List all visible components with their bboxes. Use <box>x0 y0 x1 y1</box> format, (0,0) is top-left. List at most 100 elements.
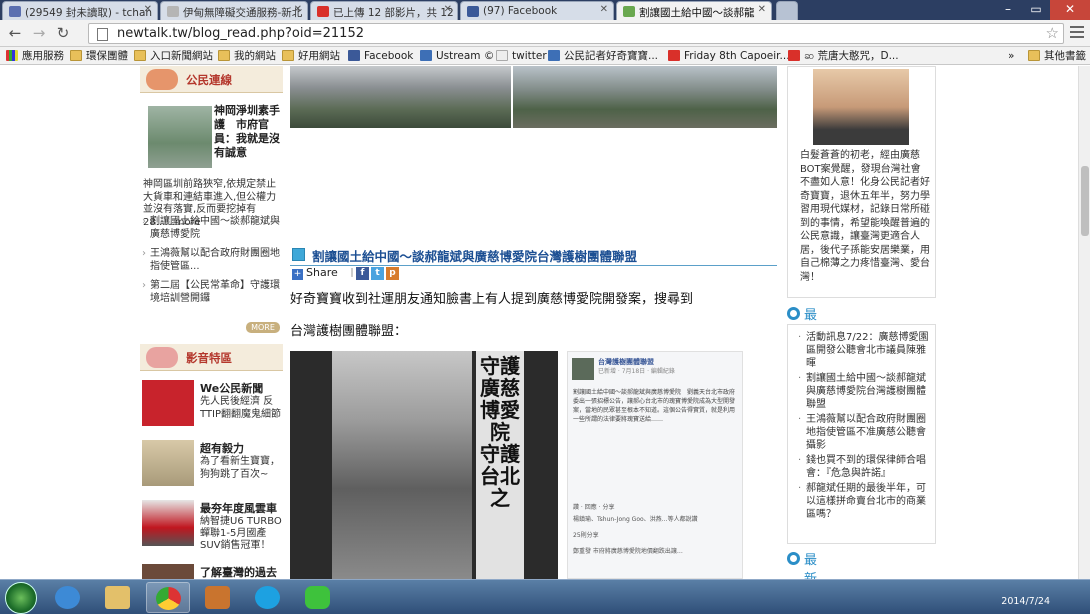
line-icon[interactable] <box>296 582 340 613</box>
clock-date: 2014/7/24 <box>1001 596 1050 607</box>
section-title: 公民連線 <box>186 73 232 87</box>
article-link[interactable]: 活動訊息7/22：廣慈博愛園區開發公聽會北市議員陳雅暉 <box>798 331 929 370</box>
bookmark-twitter[interactable]: twitter <box>496 49 547 63</box>
page-icon <box>167 6 179 17</box>
forward-button[interactable]: → <box>30 24 48 42</box>
close-icon[interactable]: ✕ <box>294 4 302 15</box>
facebook-icon <box>467 6 479 17</box>
list-item[interactable]: 第二屆【公民常革命】守護環境培訓營開鑼 <box>142 280 282 305</box>
tab-label: 割讓國土給中國～談郝龍 <box>639 7 755 19</box>
facebook-share-icon[interactable]: f <box>356 267 369 280</box>
twitter-share-icon[interactable]: t <box>371 267 384 280</box>
mail-icon <box>9 6 21 17</box>
list-item[interactable]: 王鴻薇幫以配合政府財團圈地指使管區... <box>142 248 282 273</box>
video-item[interactable]: We公民新聞 先人民後經濟 反TTIP翻翻魔鬼細節 <box>142 380 282 440</box>
close-icon[interactable]: ✕ <box>600 4 608 15</box>
windows-taskbar: 2014/7/24 <box>0 579 1090 614</box>
tab-youtube[interactable]: 已上傳 12 部影片，共 12 ✕ <box>310 1 458 20</box>
post-actions: 讚 · 回應 · 分享 <box>573 504 615 511</box>
plurk-share-icon[interactable]: p <box>386 267 399 280</box>
back-button[interactable]: ← <box>6 24 24 42</box>
video-thumbnail <box>142 564 194 579</box>
avatar <box>572 358 594 380</box>
article-link[interactable]: 錢也買不到的環保律師合唱會：『危急與許諾』 <box>798 454 929 480</box>
address-bar[interactable]: newtalk.tw/blog_read.php?oid=21152 ☆ <box>88 23 1064 44</box>
vertical-scrollbar[interactable] <box>1078 66 1090 579</box>
post-likes: 楊鎮瑜、Tshun-Jong Goo、洪燕…等人都說讚 <box>573 516 698 523</box>
close-icon[interactable]: ✕ <box>758 4 766 15</box>
video-thumbnail <box>142 440 194 486</box>
tab-facebook[interactable]: (97) Facebook ✕ <box>460 1 614 20</box>
video-title[interactable]: 了解臺灣的過去 <box>200 564 277 579</box>
folder-icon <box>134 50 146 61</box>
article-link[interactable]: 郝龍斌任期的最後半年，可以這樣拼命賣台北市的商業區嗎？ <box>798 482 929 521</box>
video-desc: 為了看新生寶寶，狗狗跳了百次~ <box>200 456 280 480</box>
bookmark-folder[interactable]: 好用網站 <box>282 49 340 63</box>
bookmarks-overflow[interactable]: » <box>1008 49 1014 63</box>
page-icon <box>496 50 508 61</box>
bookmark-other[interactable]: 其他書籤 <box>1028 49 1086 63</box>
news-title[interactable]: 神岡淨圳素手護 市府官員：我就是沒有誠意 <box>214 104 282 160</box>
close-window-icon[interactable]: ✕ <box>1050 0 1090 20</box>
newtalk-icon <box>623 6 635 17</box>
author-bio: 白髮蒼蒼的初老，經由廣慈BOT案覺醒，發現台灣社會不盡如人意！化身公民記者好奇寶… <box>800 150 930 283</box>
video-title[interactable]: 超有毅力 <box>200 440 244 456</box>
author-photo <box>813 69 909 145</box>
news-list: 割讓國土給中國～談郝龍斌與廣慈博愛院 王鴻薇幫以配合政府財團圈地指使管區... … <box>142 216 282 312</box>
scrollbar-thumb[interactable] <box>1081 166 1089 236</box>
video-item[interactable]: 最夯年度風雲車 納智捷U6 TURBO蟬聯1-5月國產SUV銷售冠軍！ <box>142 500 282 560</box>
tab-strip: (29549 封未讀取) - tchan ✕ 伊甸無障礙交通服務-新北 ✕ 已上… <box>0 0 1090 20</box>
start-button[interactable] <box>5 582 37 614</box>
chrome-icon[interactable] <box>146 582 190 613</box>
ie-icon[interactable] <box>46 582 90 613</box>
bookmark-ustream[interactable]: Ustream © <box>420 49 494 63</box>
tab-mail[interactable]: (29549 封未讀取) - tchan ✕ <box>2 1 158 20</box>
menu-icon[interactable] <box>1070 26 1084 41</box>
youtube-icon <box>668 50 680 61</box>
bookmark-facebook[interactable]: Facebook <box>348 49 413 63</box>
page-icon <box>97 28 108 41</box>
list-item[interactable]: 割讓國土給中國～談郝龍斌與廣慈博愛院 <box>142 216 282 241</box>
video-item[interactable]: 了解臺灣的過去 <box>142 564 282 579</box>
article-paragraph: 好奇寶寶收到社運朋友通知臉書上有人提到廣慈博愛院開發案，搜尋到 <box>290 292 694 307</box>
bookmarks-bar: 應用服務 環保團體 入口新聞網站 我的網站 好用網站 Facebook Ustr… <box>0 47 1090 65</box>
bookmark-star-icon[interactable]: ☆ <box>1046 24 1059 43</box>
reload-button[interactable]: ↻ <box>54 24 72 42</box>
photo <box>513 66 777 128</box>
video-item[interactable]: 超有毅力 為了看新生寶寶，狗狗跳了百次~ <box>142 440 282 500</box>
video-title[interactable]: 最夯年度風雲車 <box>200 500 277 516</box>
bookmark-folder[interactable]: 入口新聞網站 <box>134 49 213 63</box>
article-link[interactable]: 割讓國土給中國～談郝龍斌與廣慈博愛院台灣護樹團體聯盟 <box>798 372 929 411</box>
winamp-icon[interactable] <box>196 582 240 613</box>
bookmark-capoeira[interactable]: Friday 8th Capoeir... <box>668 49 790 63</box>
bookmark-label: 公民記者好奇寶寶... <box>564 50 659 62</box>
share-label: Share <box>306 266 338 279</box>
bookmark-citizen[interactable]: 公民記者好奇寶寶... <box>548 49 658 63</box>
section-header: 公民連線 <box>140 66 283 93</box>
bookmark-video[interactable]: ဆ 荒唐大憨咒，D... <box>788 49 899 63</box>
circle-icon <box>787 552 800 565</box>
tab-label: (97) Facebook <box>483 5 558 17</box>
bookmark-folder[interactable]: 環保團體 <box>70 49 128 63</box>
bookmark-label: ဆ 荒唐大憨咒，D... <box>804 50 899 62</box>
tab-eden[interactable]: 伊甸無障礙交通服務-新北 ✕ <box>160 1 308 20</box>
new-tab-button[interactable] <box>776 1 798 20</box>
bookmark-folder[interactable]: 我的網站 <box>218 49 276 63</box>
tab-newtalk[interactable]: 割讓國土給中國～談郝龍 ✕ <box>616 1 772 20</box>
section-title: 影音特區 <box>186 351 232 365</box>
video-thumbnail <box>142 500 194 546</box>
explorer-icon[interactable] <box>96 582 140 613</box>
section-title: 最新回應 <box>804 553 818 579</box>
bookmark-apps[interactable]: 應用服務 <box>6 49 64 63</box>
share-button[interactable]: + Share <box>292 266 352 280</box>
close-icon[interactable]: ✕ <box>444 4 452 15</box>
maximize-icon[interactable]: ▭ <box>1022 0 1050 20</box>
close-icon[interactable]: ✕ <box>144 4 152 15</box>
article-link[interactable]: 王鴻薇幫以配合政府財團圈地指使管區不准廣慈公聽會攝影 <box>798 413 929 452</box>
grid-icon <box>292 248 305 261</box>
article-title: 割讓國土給中國～談郝龍斌與廣慈博愛院台灣護樹團體聯盟 <box>312 249 638 264</box>
more-button[interactable]: MORE <box>246 322 280 333</box>
video-title[interactable]: We公民新聞 <box>200 380 263 396</box>
minimize-icon[interactable]: – <box>994 0 1022 20</box>
skype-icon[interactable] <box>246 582 290 613</box>
